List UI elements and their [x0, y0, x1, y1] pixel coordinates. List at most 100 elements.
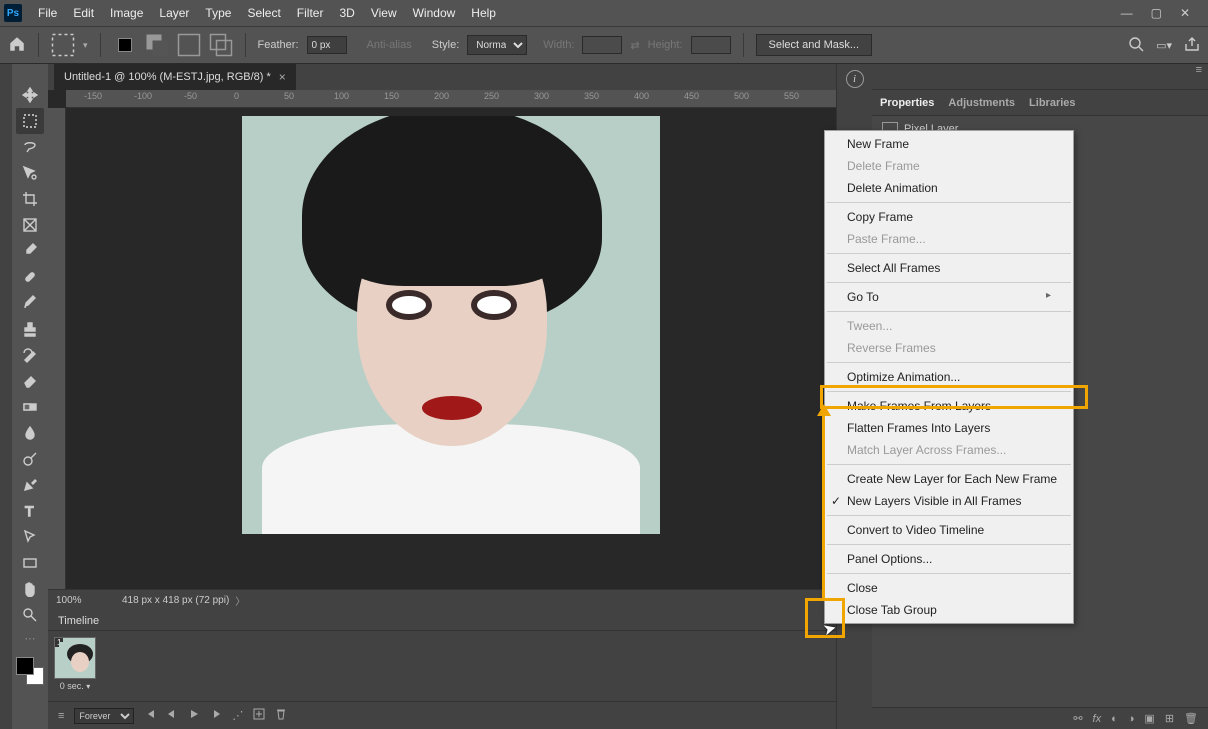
menu-item-select-all-frames[interactable]: Select All Frames: [825, 257, 1073, 279]
select-and-mask-button[interactable]: Select and Mask...: [756, 34, 873, 56]
eraser-tool[interactable]: [16, 368, 44, 394]
menu-item-convert-to-video-timeline[interactable]: Convert to Video Timeline: [825, 519, 1073, 541]
brush-tool[interactable]: [16, 290, 44, 316]
next-frame-icon[interactable]: [210, 708, 222, 723]
group-icon[interactable]: ▣: [1144, 712, 1154, 725]
lasso-tool[interactable]: [16, 134, 44, 160]
share-icon[interactable]: [1184, 36, 1200, 55]
healing-tool[interactable]: [16, 264, 44, 290]
tween-icon[interactable]: ⋰: [232, 709, 243, 722]
swatch-black[interactable]: [113, 33, 137, 57]
delete-frame-icon[interactable]: [275, 708, 287, 723]
minimize-button[interactable]: —: [1121, 6, 1133, 20]
menu-filter[interactable]: Filter: [289, 2, 332, 24]
hand-tool[interactable]: [16, 576, 44, 602]
zoom-tool[interactable]: [16, 602, 44, 628]
left-panel-collapse[interactable]: [0, 64, 12, 729]
menu-3d[interactable]: 3D: [331, 2, 362, 24]
menu-edit[interactable]: Edit: [65, 2, 102, 24]
menu-item-optimize-animation-[interactable]: Optimize Animation...: [825, 366, 1073, 388]
link-icon[interactable]: ⚯: [1073, 712, 1082, 725]
menu-item-make-frames-from-layers[interactable]: Make Frames From Layers: [825, 395, 1073, 417]
app-logo: Ps: [4, 4, 22, 22]
workspace-icon[interactable]: ▭▾: [1156, 39, 1172, 52]
menu-item-reverse-frames: Reverse Frames: [825, 337, 1073, 359]
loop-select[interactable]: Forever: [74, 708, 134, 724]
frame-tool[interactable]: [16, 212, 44, 238]
timeline-tab[interactable]: Timeline: [58, 615, 99, 627]
tab-libraries[interactable]: Libraries: [1029, 97, 1075, 109]
eyedropper-tool[interactable]: [16, 238, 44, 264]
document-area: Untitled-1 @ 100% (M-ESTJ.jpg, RGB/8) *×…: [48, 64, 836, 729]
menu-item-flatten-frames-into-layers[interactable]: Flatten Frames Into Layers: [825, 417, 1073, 439]
gradient-tool[interactable]: [16, 394, 44, 420]
prev-frame-icon[interactable]: [166, 708, 178, 723]
menu-item-new-frame[interactable]: New Frame: [825, 133, 1073, 155]
document-tab[interactable]: Untitled-1 @ 100% (M-ESTJ.jpg, RGB/8) *×: [54, 64, 296, 90]
subtract-selection-icon[interactable]: [209, 33, 233, 57]
mask-icon[interactable]: ◐: [1111, 713, 1118, 725]
move-tool[interactable]: [16, 82, 44, 108]
rectangle-tool[interactable]: [16, 550, 44, 576]
width-input[interactable]: [582, 36, 622, 54]
menu-item-copy-frame[interactable]: Copy Frame: [825, 206, 1073, 228]
menu-item-new-layers-visible-in-all-frames[interactable]: New Layers Visible in All Frames: [825, 490, 1073, 512]
quick-select-tool[interactable]: [16, 160, 44, 186]
menu-view[interactable]: View: [363, 2, 405, 24]
dodge-tool[interactable]: [16, 446, 44, 472]
menu-item-go-to[interactable]: Go To: [825, 286, 1073, 308]
marquee-icon[interactable]: [51, 33, 75, 57]
type-tool[interactable]: T: [16, 498, 44, 524]
timeline-menu-icon[interactable]: ≡: [58, 710, 64, 722]
search-icon[interactable]: [1128, 36, 1144, 55]
swap-icon[interactable]: ⇄: [630, 39, 639, 52]
maximize-button[interactable]: ▢: [1151, 6, 1162, 20]
menu-item-paste-frame-: Paste Frame...: [825, 228, 1073, 250]
stamp-tool[interactable]: [16, 316, 44, 342]
canvas[interactable]: [66, 108, 836, 589]
pen-tool[interactable]: [16, 472, 44, 498]
color-swatches[interactable]: [16, 657, 44, 685]
new-selection-icon[interactable]: [145, 33, 169, 57]
menu-item-close[interactable]: Close: [825, 577, 1073, 599]
zoom-level[interactable]: 100%: [48, 595, 108, 606]
blur-tool[interactable]: [16, 420, 44, 446]
history-brush-tool[interactable]: [16, 342, 44, 368]
marquee-tool[interactable]: [16, 108, 44, 134]
menu-item-match-layer-across-frames-: Match Layer Across Frames...: [825, 439, 1073, 461]
timeline-frame[interactable]: 1 0 sec. ▾: [54, 637, 96, 695]
fx-icon[interactable]: fx: [1093, 713, 1102, 725]
menu-help[interactable]: Help: [463, 2, 504, 24]
height-input[interactable]: [691, 36, 731, 54]
trash-icon[interactable]: 🗑: [1184, 712, 1198, 725]
height-label: Height:: [648, 39, 683, 51]
menu-select[interactable]: Select: [239, 2, 288, 24]
menu-item-create-new-layer-for-each-new-frame[interactable]: Create New Layer for Each New Frame: [825, 468, 1073, 490]
menu-item-panel-options-[interactable]: Panel Options...: [825, 548, 1073, 570]
menu-item-delete-animation[interactable]: Delete Animation: [825, 177, 1073, 199]
menu-image[interactable]: Image: [102, 2, 151, 24]
menu-type[interactable]: Type: [197, 2, 239, 24]
menu-item-close-tab-group[interactable]: Close Tab Group: [825, 599, 1073, 621]
menu-file[interactable]: File: [30, 2, 65, 24]
play-icon[interactable]: [188, 708, 200, 723]
tab-adjustments[interactable]: Adjustments: [948, 97, 1015, 109]
tab-properties[interactable]: Properties: [880, 97, 934, 109]
artboard: [242, 116, 660, 534]
home-icon[interactable]: [8, 35, 26, 56]
info-icon[interactable]: i: [846, 70, 864, 88]
menu-window[interactable]: Window: [405, 2, 464, 24]
style-select[interactable]: Normal: [467, 35, 527, 55]
feather-input[interactable]: [307, 36, 347, 54]
new-frame-icon[interactable]: [253, 708, 265, 723]
menu-layer[interactable]: Layer: [151, 2, 197, 24]
path-select-tool[interactable]: [16, 524, 44, 550]
panel-menu-icon[interactable]: ≡: [1196, 64, 1202, 89]
close-button[interactable]: ✕: [1180, 6, 1190, 20]
close-tab-icon[interactable]: ×: [279, 70, 286, 84]
add-selection-icon[interactable]: [177, 33, 201, 57]
new-layer-icon[interactable]: ⊞: [1165, 712, 1174, 725]
crop-tool[interactable]: [16, 186, 44, 212]
first-frame-icon[interactable]: [144, 708, 156, 723]
adjustment-icon[interactable]: ◑: [1128, 713, 1135, 725]
